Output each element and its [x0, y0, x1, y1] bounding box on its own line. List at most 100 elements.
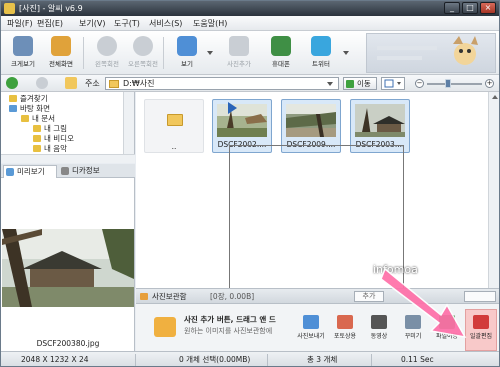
banner-illustration [377, 36, 478, 65]
tool-add-photo[interactable]: 사진추가 [217, 33, 261, 73]
zoom-out-icon[interactable]: − [415, 79, 424, 88]
folder-icon [109, 80, 119, 88]
tool-fullscreen[interactable]: 전체화면 [39, 33, 83, 73]
up-folder-icon[interactable] [65, 77, 77, 89]
pointer-arrow-icon [381, 267, 467, 339]
scroll-up-icon[interactable] [492, 95, 498, 99]
tree-item-favorites[interactable]: 즐겨찾기 [9, 94, 48, 103]
photo-thumbnail [217, 104, 267, 137]
preview-icon [6, 168, 14, 176]
toolbar-separator [83, 37, 84, 69]
add-photo-icon [229, 36, 249, 56]
tab-preview[interactable]: 미리보기 [3, 165, 57, 178]
tool-label: 보기 [181, 60, 193, 68]
tool-phone[interactable]: 휴대폰 [259, 33, 303, 73]
forward-icon[interactable] [36, 77, 48, 89]
tab-label: 디카정보 [72, 166, 100, 175]
tree-item-label: 내 그림 [44, 124, 68, 133]
grid-view-icon [177, 36, 197, 56]
preview-filename: DSCF200380.jpg [36, 339, 100, 348]
maximize-button[interactable]: □ [462, 2, 478, 14]
address-path: D:₩사진 [123, 79, 155, 88]
star-icon [9, 95, 17, 102]
status-selection: 0 개체 선택(0.00MB) [179, 355, 251, 364]
tree-item-label: 바탕 화면 [20, 104, 50, 113]
photo-box-tool-send[interactable]: 사진보내기 [294, 313, 328, 351]
menu-edit[interactable]: 편집(E) [37, 18, 63, 29]
menu-help[interactable]: 도움말(H) [193, 18, 227, 29]
status-divider [267, 354, 268, 366]
preview-panel [1, 178, 135, 351]
file-name: .. [171, 142, 177, 151]
folder-icon [167, 114, 183, 126]
photo-box-hint: 사진 추가 버튼, 드래그 앤 드 [184, 315, 276, 324]
folder-icon [33, 135, 41, 142]
folder-icon [33, 125, 41, 132]
go-arrow-icon [346, 80, 354, 88]
go-button[interactable]: 이동 [343, 77, 377, 90]
chevron-down-icon[interactable] [343, 51, 349, 55]
file-item-parent-folder[interactable]: .. [144, 99, 204, 153]
menu-service[interactable]: 서비스(S) [149, 18, 182, 29]
rotate-left-icon [97, 36, 117, 56]
status-time: 0.11 Sec [401, 355, 434, 364]
chevron-down-icon[interactable] [207, 51, 213, 55]
tree-item-label: 내 문서 [32, 114, 56, 123]
menu-bar: 파일(F) 편집(E) 보기(V) 도구(T) 서비스(S) 도움말(H) [1, 16, 499, 31]
tree-item-my-documents[interactable]: 내 문서 [21, 114, 55, 123]
zoom-thumb[interactable] [445, 79, 451, 88]
app-icon [4, 3, 15, 14]
tool-label: 휴대폰 [272, 60, 290, 68]
back-icon[interactable] [6, 77, 18, 89]
tool-label: 사진추가 [227, 60, 251, 68]
tab-label: 미리보기 [17, 167, 45, 176]
folder-icon [33, 145, 41, 152]
send-photo-icon [303, 315, 319, 329]
photo-box-subhint: 원하는 이미지를 사진보관함에 [184, 327, 273, 335]
address-input[interactable]: D:₩사진 [105, 77, 339, 90]
tab-camera-info[interactable]: 디카정보 [59, 165, 119, 178]
photo-box-tool-photobook[interactable]: 포토상용 [328, 313, 362, 351]
photo-box-icon [140, 293, 148, 300]
tree-item-my-videos[interactable]: 내 비디오 [33, 134, 74, 143]
tree-item-label: 즐겨찾기 [20, 94, 48, 103]
tree-scrollbar[interactable] [123, 92, 134, 154]
menu-view[interactable]: 보기(V) [79, 18, 105, 29]
tool-twitter[interactable]: 트위터 [299, 33, 343, 73]
tree-item-label: 내 비디오 [44, 134, 74, 143]
ad-banner[interactable] [366, 33, 496, 73]
tool-view[interactable]: 보기 [165, 33, 209, 73]
photo-box-count: [0장, 0.00B] [210, 292, 255, 301]
window-title: [사진] - 알씨 v6.9 [19, 4, 83, 13]
status-divider [135, 354, 136, 366]
toolbar: 크게보기 전체화면 왼쪽회전 오른쪽회전 보기 사진추가 휴대폰 트위터 [1, 31, 499, 75]
tree-item-my-pictures[interactable]: 내 그림 [33, 124, 67, 133]
zoom-in-icon[interactable]: + [485, 79, 494, 88]
tree-horizontal-scrollbar[interactable] [1, 154, 135, 163]
zoom-track [427, 83, 482, 85]
tree-item-desktop[interactable]: 바탕 화면 [9, 104, 50, 113]
tree-item-my-music[interactable]: 내 음악 [33, 144, 67, 153]
large-view-icon [13, 36, 33, 56]
chevron-down-icon[interactable] [327, 82, 333, 86]
menu-tools[interactable]: 도구(T) [114, 18, 140, 29]
photo-box-add-button[interactable]: 추가 [354, 291, 384, 302]
title-bar: [사진] - 알씨 v6.9 _ □ × [1, 1, 499, 16]
status-divider [371, 354, 372, 366]
view-mode-select[interactable] [381, 77, 405, 90]
add-label: 추가 [362, 292, 376, 300]
tool-rotate-right[interactable]: 오른쪽회전 [121, 33, 165, 73]
preview-tabs: 미리보기 디카정보 [1, 164, 135, 178]
close-button[interactable]: × [480, 2, 496, 14]
photo-box-add-icon [154, 317, 176, 337]
file-list[interactable]: .. DSCF2002.... DSCF2009.... DSCF2003...… [136, 92, 499, 296]
status-total: 총 3 개체 [307, 355, 338, 364]
menu-file[interactable]: 파일(F) [7, 18, 33, 29]
file-list-scrollbar[interactable] [488, 92, 499, 288]
minimize-button[interactable]: _ [444, 2, 460, 14]
tool-label: 전체화면 [49, 60, 73, 68]
zoom-slider[interactable]: − + [415, 79, 495, 88]
tool-label: 오른쪽회전 [128, 60, 158, 68]
go-label: 이동 [357, 79, 371, 88]
photo-box-title: 사진보관함 [152, 292, 187, 301]
